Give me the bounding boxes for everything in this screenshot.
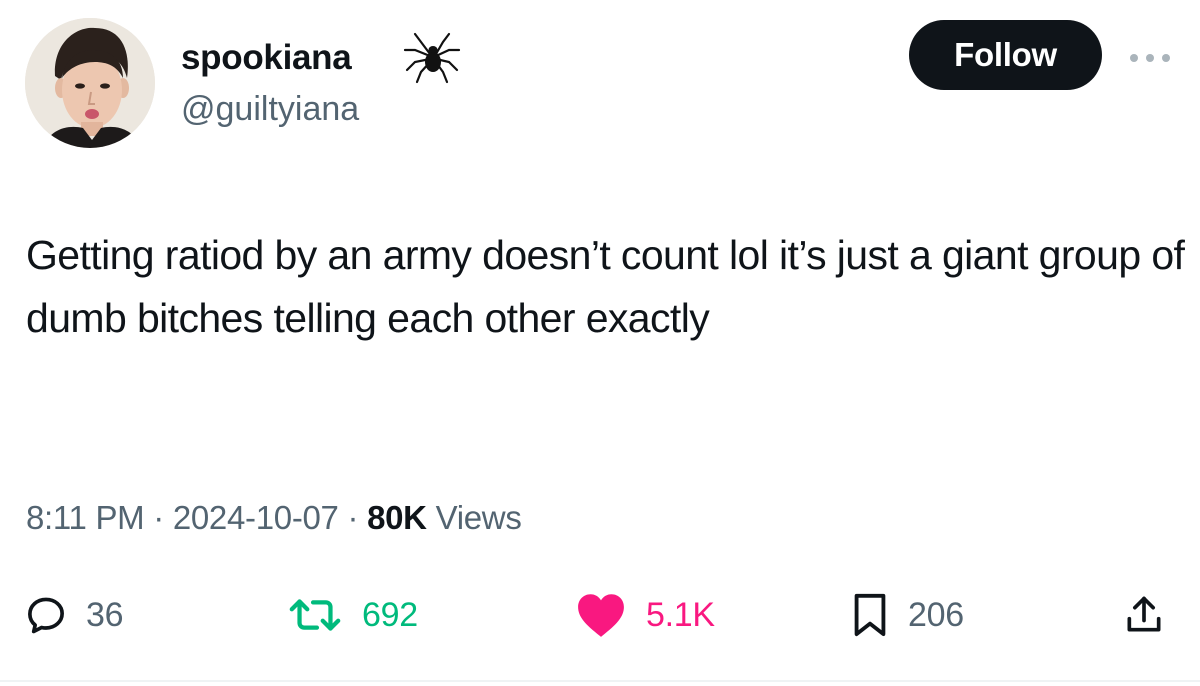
tweet-date[interactable]: 2024-10-07 — [173, 499, 339, 536]
follow-button[interactable]: Follow — [909, 20, 1102, 90]
repost-icon — [289, 599, 341, 631]
avatar[interactable] — [25, 18, 155, 148]
bookmark-count: 206 — [908, 595, 964, 634]
tweet-text: Getting ratiod by an army doesn’t count … — [26, 232, 1185, 341]
more-options-icon[interactable] — [1120, 38, 1180, 78]
spider-icon — [403, 32, 461, 84]
tweet-meta: 8:11 PM · 2024-10-07 · 80K Views — [26, 496, 522, 540]
share-icon — [1127, 596, 1161, 632]
display-name[interactable]: spookiana — [181, 36, 352, 80]
like-button[interactable]: 5.1K — [574, 590, 715, 640]
reply-count: 36 — [86, 595, 124, 634]
repost-count: 692 — [362, 595, 418, 634]
divider — [0, 680, 1200, 682]
meta-separator: · — [153, 499, 164, 536]
reply-icon — [28, 597, 64, 634]
repost-button[interactable]: 692 — [286, 590, 418, 640]
share-button[interactable] — [1122, 590, 1166, 640]
heart-icon — [578, 594, 624, 637]
tweet-time[interactable]: 8:11 PM — [26, 499, 145, 536]
views-label: Views — [435, 499, 522, 536]
views-count: 80K — [367, 499, 427, 536]
handle[interactable]: @guiltyiana — [181, 88, 359, 130]
bookmark-button[interactable]: 206 — [850, 590, 964, 640]
meta-separator: · — [347, 499, 359, 536]
reply-button[interactable]: 36 — [24, 590, 124, 640]
like-count: 5.1K — [646, 595, 715, 634]
bookmark-icon — [854, 593, 886, 637]
avatar-image — [25, 18, 155, 148]
tweet-card: spookiana @guiltyiana Follow Getting rat… — [0, 0, 1200, 686]
